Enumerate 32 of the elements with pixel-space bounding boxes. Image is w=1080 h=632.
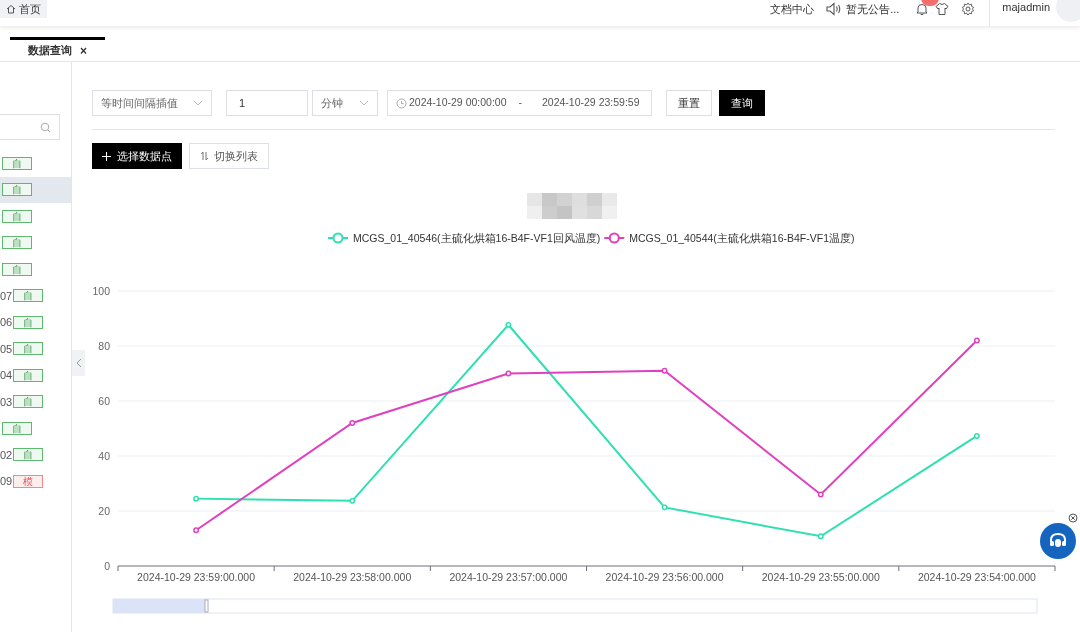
- x-axis-label: 2024-10-29 23:58:00.000: [293, 571, 412, 583]
- x-axis-label: 2024-10-29 23:57:00.000: [449, 571, 568, 583]
- type-tag: 自: [2, 236, 32, 250]
- y-axis-label: 60: [98, 395, 110, 407]
- type-tag: 自: [2, 262, 32, 276]
- y-axis-label: 0: [104, 560, 110, 572]
- item-label: 06: [0, 315, 13, 330]
- y-axis-label: 100: [92, 285, 110, 297]
- x-axis-label: 2024-10-29 23:54:00.000: [917, 571, 1036, 583]
- type-tag: 自: [13, 289, 44, 303]
- type-tag: 模: [13, 474, 44, 488]
- y-axis-label: 40: [98, 450, 110, 462]
- type-tag: 自: [13, 448, 44, 462]
- y-axis-label: 20: [98, 505, 110, 517]
- type-tag: 自: [2, 209, 32, 223]
- x-axis-label: 2024-10-29 23:59:00.000: [137, 571, 256, 583]
- item-label: 02: [0, 447, 13, 463]
- type-tag: 自: [2, 421, 32, 435]
- type-tag: 自: [13, 342, 44, 356]
- item-label: 04: [0, 368, 13, 383]
- type-tag: 自: [2, 183, 32, 197]
- type-tag: 自: [2, 156, 32, 170]
- type-tag: 自: [13, 395, 44, 409]
- item-label: 07: [0, 288, 13, 304]
- item-label: 03: [0, 394, 13, 410]
- item-label: 09: [0, 474, 13, 489]
- x-axis-label: 2024-10-29 23:55:00.000: [761, 571, 880, 583]
- item-label: 05: [0, 341, 13, 357]
- x-axis-label: 2024-10-29 23:56:00.000: [605, 571, 724, 583]
- y-axis-label: 80: [98, 340, 110, 352]
- type-tag: 自: [13, 315, 44, 329]
- type-tag: 自: [13, 368, 44, 382]
